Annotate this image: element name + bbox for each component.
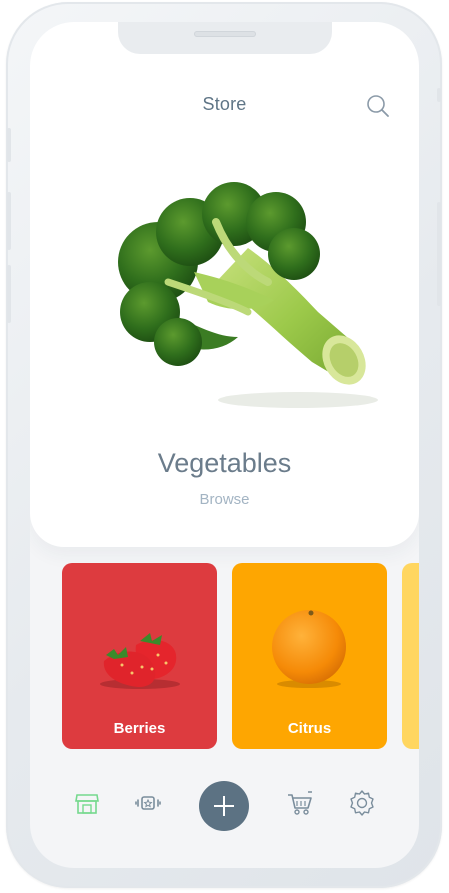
mute-switch <box>7 128 11 162</box>
power-button <box>437 202 441 306</box>
category-label: Berries <box>113 720 166 737</box>
side-mark <box>437 88 441 102</box>
cart-icon[interactable] <box>286 789 314 817</box>
notch <box>118 22 332 54</box>
volume-down-button <box>7 265 11 323</box>
add-button[interactable] <box>199 781 249 831</box>
screen: Store Vegetables Browse Berries Citrus <box>30 22 419 868</box>
bottom-nav <box>30 772 419 832</box>
category-label: Citrus <box>287 720 332 737</box>
category-card-citrus[interactable]: Citrus <box>232 563 387 749</box>
hero-category-title: Vegetables <box>157 448 292 478</box>
volume-up-button <box>7 192 11 250</box>
fitness-icon[interactable] <box>134 789 162 817</box>
speaker <box>194 31 256 37</box>
search-icon[interactable] <box>364 92 392 120</box>
hero-panel: Store Vegetables Browse <box>30 22 419 547</box>
settings-icon[interactable] <box>348 789 376 817</box>
store-icon[interactable] <box>73 789 101 817</box>
category-card-partial[interactable] <box>402 563 419 749</box>
broccoli-image <box>118 182 378 408</box>
add-icon <box>214 796 234 816</box>
page-title: Store <box>202 94 247 114</box>
category-card-berries[interactable]: Berries <box>62 563 217 749</box>
browse-link[interactable]: Browse <box>30 491 419 508</box>
